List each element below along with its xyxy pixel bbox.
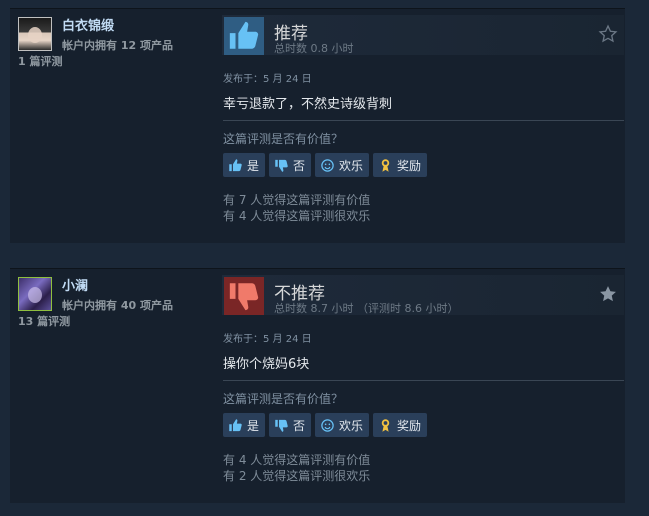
funny-count: 有 2 人觉得这篇评测很欢乐: [223, 469, 371, 483]
helpful-count: 有 7 人觉得这篇评测有价值: [223, 193, 371, 207]
star-outline-icon[interactable]: [598, 24, 618, 44]
thumbs-up-icon: [227, 417, 243, 433]
helpful-question: 这篇评测是否有价值？: [223, 392, 344, 406]
posted-date: 发布于：5 月 24 日: [223, 74, 312, 85]
helpful-question: 这篇评测是否有价值？: [223, 132, 344, 146]
yes-label: 是: [247, 418, 260, 433]
funny-button[interactable]: 欢乐: [315, 413, 370, 437]
review-count[interactable]: 1 篇评测: [18, 53, 62, 69]
funny-count: 有 4 人觉得这篇评测很欢乐: [223, 209, 371, 223]
award-medal-icon: [377, 417, 393, 433]
vote-header[interactable]: 推荐 总时数 0.8 小时: [222, 15, 624, 55]
yes-button[interactable]: 是: [223, 153, 266, 177]
avatar[interactable]: [18, 17, 52, 51]
review-card: 白衣锦缎 帐户内拥有 12 项产品 1 篇评测 推荐 总时数 0.8 小时 发布…: [10, 8, 625, 243]
vote-header[interactable]: 不推荐 总时数 8.7 小时 （评测时 8.6 小时）: [222, 275, 624, 315]
username[interactable]: 小澜: [62, 275, 88, 294]
rating-buttons: 是 否 欢乐 奖励: [223, 413, 428, 437]
award-medal-icon: [377, 157, 393, 173]
hours-played: 总时数 8.7 小时 （评测时 8.6 小时）: [274, 302, 459, 315]
posted-date: 发布于：5 月 24 日: [223, 334, 312, 345]
funny-button[interactable]: 欢乐: [315, 153, 370, 177]
smiley-icon: [319, 157, 335, 173]
divider: [223, 380, 624, 381]
smiley-icon: [319, 417, 335, 433]
thumbs-down-icon: [273, 157, 289, 173]
award-label: 奖励: [397, 158, 422, 173]
no-label: 否: [293, 418, 306, 433]
no-button[interactable]: 否: [269, 413, 312, 437]
rating-buttons: 是 否 欢乐 奖励: [223, 153, 428, 177]
review-card: 小澜 帐户内拥有 40 项产品 13 篇评测 不推荐 总时数 8.7 小时 （评…: [10, 268, 625, 503]
yes-button[interactable]: 是: [223, 413, 266, 437]
no-button[interactable]: 否: [269, 153, 312, 177]
funny-label: 欢乐: [339, 418, 364, 433]
thumbs-down-icon: [273, 417, 289, 433]
hours-played: 总时数 0.8 小时: [274, 42, 354, 55]
award-button[interactable]: 奖励: [373, 153, 428, 177]
username[interactable]: 白衣锦缎: [62, 15, 114, 34]
thumbs-up-icon: [224, 17, 264, 55]
review-count[interactable]: 13 篇评测: [18, 313, 70, 329]
award-label: 奖励: [397, 418, 422, 433]
review-content: 操你个烧妈6块: [223, 357, 310, 372]
yes-label: 是: [247, 158, 260, 173]
products-owned: 帐户内拥有 40 项产品: [62, 299, 173, 312]
award-button[interactable]: 奖励: [373, 413, 428, 437]
avatar[interactable]: [18, 277, 52, 311]
star-filled-icon[interactable]: [598, 284, 618, 304]
no-label: 否: [293, 158, 306, 173]
helpful-count: 有 4 人觉得这篇评测有价值: [223, 453, 371, 467]
divider: [223, 120, 624, 121]
review-content: 幸亏退款了，不然史诗级背刺: [223, 97, 393, 112]
products-owned: 帐户内拥有 12 项产品: [62, 39, 173, 52]
thumbs-down-icon: [224, 277, 264, 315]
thumbs-up-icon: [227, 157, 243, 173]
funny-label: 欢乐: [339, 158, 364, 173]
